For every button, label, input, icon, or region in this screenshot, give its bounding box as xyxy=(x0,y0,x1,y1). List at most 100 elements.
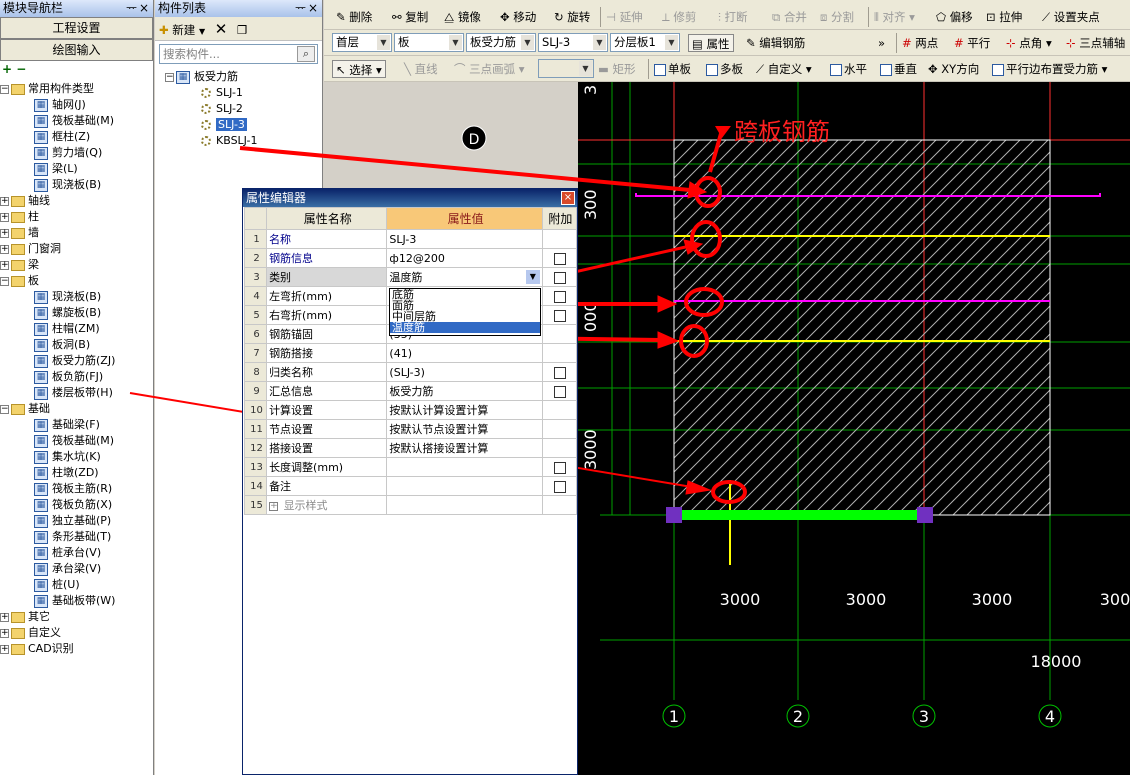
tree-item[interactable]: ▦ 柱帽(ZM) xyxy=(34,321,100,337)
table-row[interactable]: 8 归类名称 (SLJ-3) xyxy=(243,362,578,382)
tree-item[interactable]: ▦ 独立基础(P) xyxy=(34,513,111,529)
add-cell[interactable] xyxy=(541,248,578,268)
property-value[interactable]: 按默认搭接设置计算 xyxy=(386,438,543,458)
horizontal-button[interactable]: 水平 xyxy=(830,60,867,78)
list-item-selected[interactable]: SLJ-3 xyxy=(201,117,247,133)
tree-root[interactable]: − ▦ 板受力筋 xyxy=(165,69,238,85)
property-value[interactable]: (41) xyxy=(386,343,543,363)
split-button[interactable]: ⧈ 分割 xyxy=(820,8,854,26)
table-row[interactable]: 15 + 显示样式 xyxy=(243,495,578,515)
pin-icon[interactable]: ᅲ xyxy=(295,0,306,17)
tree-item[interactable]: ▦ 板负筋(FJ) xyxy=(34,369,103,385)
add-cell[interactable] xyxy=(541,343,578,363)
table-row[interactable]: 11 节点设置 按默认节点设置计算 xyxy=(243,419,578,439)
rotate-button[interactable]: ↻ 旋转 xyxy=(554,8,590,26)
expand-icon[interactable]: + xyxy=(0,628,9,638)
tree-folder[interactable]: + 柱 xyxy=(0,209,39,225)
add-checkbox[interactable] xyxy=(554,385,567,398)
table-row[interactable]: 7 钢筋搭接 (41) xyxy=(243,343,578,363)
delete-button[interactable]: ✎ 删除 xyxy=(336,8,372,26)
tree-folder[interactable]: + 墙 xyxy=(0,225,39,241)
add-cell[interactable] xyxy=(541,419,578,439)
dropdown-arrow-icon[interactable]: ▼ xyxy=(525,270,540,284)
add-checkbox[interactable] xyxy=(554,461,567,474)
add-cell[interactable] xyxy=(541,457,578,477)
select-button[interactable]: ↖ 选择 ▾ xyxy=(332,60,386,78)
tree-folder[interactable]: − 基础 xyxy=(0,401,50,417)
drawing-input-button[interactable]: 绘图输入 xyxy=(0,39,153,61)
list-item[interactable]: SLJ-2 xyxy=(201,101,243,117)
tree-folder[interactable]: − 板 xyxy=(0,273,39,289)
component-select[interactable]: SLJ-3 ▼ xyxy=(538,33,608,52)
tree-item[interactable]: ▦ 筏板负筋(X) xyxy=(34,497,112,513)
copy-icon[interactable]: ❐ xyxy=(237,23,247,37)
tree-item[interactable]: ▦ 现浇板(B) xyxy=(34,177,101,193)
list-item[interactable]: KBSLJ-1 xyxy=(201,133,258,149)
tree-item[interactable]: ▦ 筏板主筋(R) xyxy=(34,481,112,497)
collapse-icon[interactable]: − xyxy=(165,72,174,82)
expand-icon[interactable]: + xyxy=(0,260,9,270)
parallel-edge-layout-button[interactable]: 平行边布置受力筋 ▾ xyxy=(992,60,1107,78)
tree-folder[interactable]: + 自定义 xyxy=(0,625,61,641)
tree-item[interactable]: ▦ 筏板基础(M) xyxy=(34,113,114,129)
tree-item[interactable]: ▦ 集水坑(K) xyxy=(34,449,101,465)
rectangle-button[interactable]: ▬ 矩形 xyxy=(598,60,636,78)
tree-item[interactable]: ▦ 剪力墙(Q) xyxy=(34,145,102,161)
property-value[interactable] xyxy=(386,476,543,496)
add-cell[interactable] xyxy=(541,381,578,401)
table-row[interactable]: 12 搭接设置 按默认搭接设置计算 xyxy=(243,438,578,458)
merge-button[interactable]: ⧉ 合并 xyxy=(772,8,807,26)
expand-icon[interactable]: + xyxy=(0,612,9,622)
floor-select[interactable]: 首层 ▼ xyxy=(332,33,392,52)
set-grip-button[interactable]: ⟋ 设置夹点 xyxy=(1042,8,1100,26)
tree-folder[interactable]: + 门窗洞 xyxy=(0,241,61,257)
expand-icon[interactable]: + xyxy=(0,644,9,654)
tree-item[interactable]: ▦ 桩(U) xyxy=(34,577,80,593)
dropdown-arrow-icon[interactable]: ▼ xyxy=(199,27,205,36)
add-cell[interactable] xyxy=(541,267,578,287)
close-icon[interactable]: × xyxy=(139,0,149,17)
add-checkbox[interactable] xyxy=(554,309,567,322)
new-button[interactable]: 新建 xyxy=(172,23,195,37)
add-checkbox[interactable] xyxy=(554,366,567,379)
table-row[interactable]: 1 名称 SLJ-3 xyxy=(243,229,578,249)
tree-folder[interactable]: + 其它 xyxy=(0,609,50,625)
property-value[interactable]: SLJ-3 xyxy=(386,229,543,249)
add-checkbox[interactable] xyxy=(554,252,567,265)
break-button[interactable]: ⫶ 打断 xyxy=(718,8,748,26)
subtype-select[interactable]: 板受力筋 ▼ xyxy=(466,33,536,52)
add-cell[interactable] xyxy=(541,495,578,515)
multi-slab-button[interactable]: 多板 xyxy=(706,60,743,78)
extend-button[interactable]: ⊣ 延伸 xyxy=(606,8,643,26)
expand-icon[interactable]: + xyxy=(269,501,279,511)
style-select[interactable]: ▼ xyxy=(538,59,594,78)
tree-folder[interactable]: + 轴线 xyxy=(0,193,50,209)
arc-button[interactable]: ⌒ 三点画弧 ▾ xyxy=(454,60,525,78)
property-value[interactable]: 按默认节点设置计算 xyxy=(386,419,543,439)
copy-button[interactable]: ⚯ 复制 xyxy=(392,8,428,26)
property-value[interactable] xyxy=(386,495,543,515)
properties-button[interactable]: ▤ 属性 xyxy=(688,34,734,52)
layer-select[interactable]: 分层板1 ▼ xyxy=(610,33,680,52)
add-cell[interactable] xyxy=(541,438,578,458)
property-value[interactable] xyxy=(386,457,543,477)
add-cell[interactable] xyxy=(541,324,578,344)
offset-button[interactable]: ⬠ 偏移 xyxy=(936,8,973,26)
tree-folder[interactable]: + 梁 xyxy=(0,257,39,273)
search-input[interactable]: 搜索构件... ⌕ xyxy=(159,44,318,64)
two-point-button[interactable]: # 两点 xyxy=(902,34,938,52)
add-checkbox[interactable] xyxy=(554,480,567,493)
tree-item[interactable]: ▦ 桩承台(V) xyxy=(34,545,101,561)
dropdown-option-selected[interactable]: 温度筋 xyxy=(390,322,540,333)
mirror-button[interactable]: ⧋ 镜像 xyxy=(444,8,481,26)
tree-folder[interactable]: + CAD识别 xyxy=(0,641,74,657)
type-select[interactable]: 板 ▼ xyxy=(394,33,464,52)
add-cell[interactable] xyxy=(541,305,578,325)
category-dropdown-list[interactable]: 底筋 面筋 中间层筋 温度筋 xyxy=(389,288,541,336)
pin-icon[interactable]: ᅲ xyxy=(126,0,137,17)
edit-rebar-button[interactable]: ✎ 编辑钢筋 xyxy=(746,34,805,52)
expand-icon[interactable]: + xyxy=(0,244,9,254)
add-cell[interactable] xyxy=(541,476,578,496)
tree-item[interactable]: ▦ 轴网(J) xyxy=(34,97,86,113)
list-item[interactable]: SLJ-1 xyxy=(201,85,243,101)
